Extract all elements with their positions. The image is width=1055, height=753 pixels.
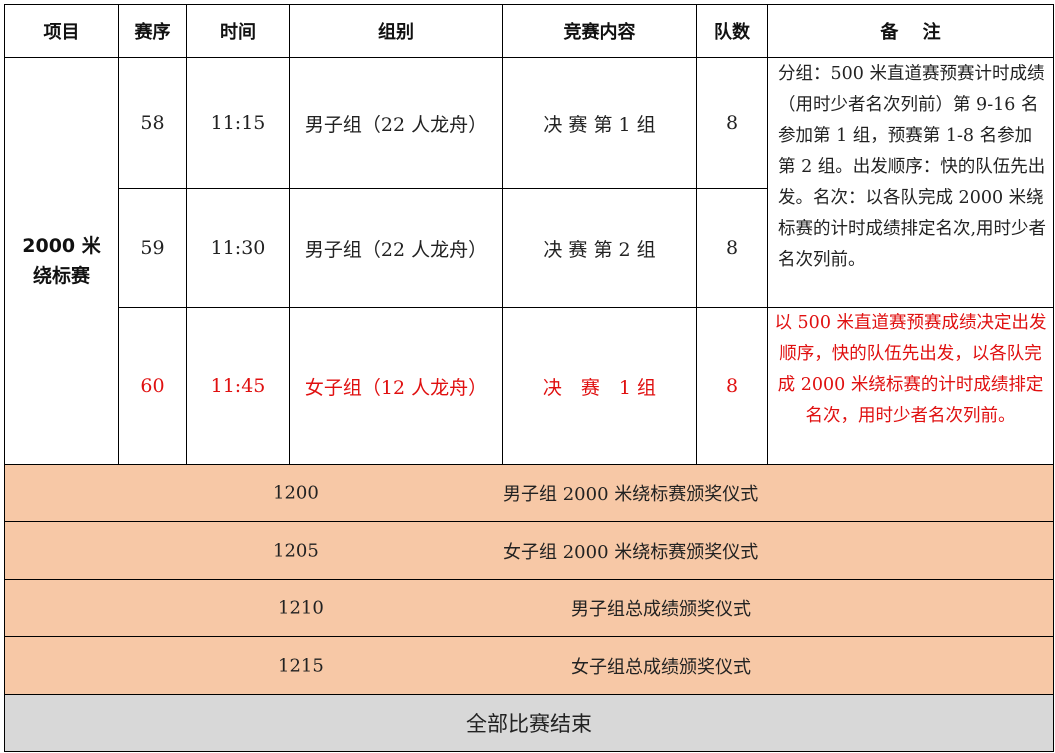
header-seq: 赛序 [119, 4, 187, 58]
race-seq: 59 [119, 189, 187, 308]
footer-text: 全部比赛结束 [466, 712, 592, 736]
race-content: 决 赛 1 组 [503, 308, 697, 465]
footer-end-row: 全部比赛结束 [4, 695, 1054, 752]
ceremony-time: 1205 [273, 540, 319, 561]
race-group: 男子组（22 人龙舟） [290, 58, 503, 189]
race-group: 男子组（22 人龙舟） [290, 189, 503, 308]
ceremony-row: 1200 男子组 2000 米绕标赛颁奖仪式 [4, 465, 1054, 522]
race-teams: 8 [697, 308, 768, 465]
ceremony-title: 男子组总成绩颁奖仪式 [571, 599, 751, 620]
race-seq: 58 [119, 58, 187, 189]
race-time: 11:15 [187, 58, 290, 189]
race-content: 决 赛 第 2 组 [503, 189, 697, 308]
race-time: 11:45 [187, 308, 290, 465]
header-time: 时间 [187, 4, 290, 58]
race-teams: 8 [697, 189, 768, 308]
race-teams: 8 [697, 58, 768, 189]
project-name: 2000 米绕标赛 [4, 58, 119, 465]
header-project: 项目 [4, 4, 119, 58]
ceremony-time: 1215 [278, 655, 324, 676]
remarks-men: 分组：500 米直道赛预赛计时成绩（用时少者名次列前）第 9-16 名参加第 1… [768, 58, 1054, 308]
header-content: 竞赛内容 [503, 4, 697, 58]
ceremony-row: 1215 女子组总成绩颁奖仪式 [4, 637, 1054, 695]
ceremony-time: 1210 [278, 597, 324, 619]
ceremony-title: 女子组 2000 米绕标赛颁奖仪式 [503, 541, 759, 563]
race-seq: 60 [119, 308, 187, 465]
ceremony-row: 1210 男子组总成绩颁奖仪式 [4, 580, 1054, 637]
header-teams: 队数 [697, 4, 768, 58]
project-name-text: 2000 米绕标赛 [22, 235, 101, 287]
header-remarks: 备 注 [768, 4, 1054, 58]
ceremony-row: 1205 女子组 2000 米绕标赛颁奖仪式 [4, 522, 1054, 580]
ceremony-title: 女子组总成绩颁奖仪式 [571, 656, 751, 678]
remarks-women: 以 500 米直道赛预赛成绩决定出发顺序，快的队伍先出发，以各队完成 2000 … [768, 308, 1054, 465]
race-time: 11:30 [187, 189, 290, 308]
race-group: 女子组（12 人龙舟） [290, 308, 503, 465]
ceremony-title: 男子组 2000 米绕标赛颁奖仪式 [503, 484, 759, 505]
header-group: 组别 [290, 4, 503, 58]
ceremony-time: 1200 [273, 482, 319, 504]
race-content: 决 赛 第 1 组 [503, 58, 697, 189]
